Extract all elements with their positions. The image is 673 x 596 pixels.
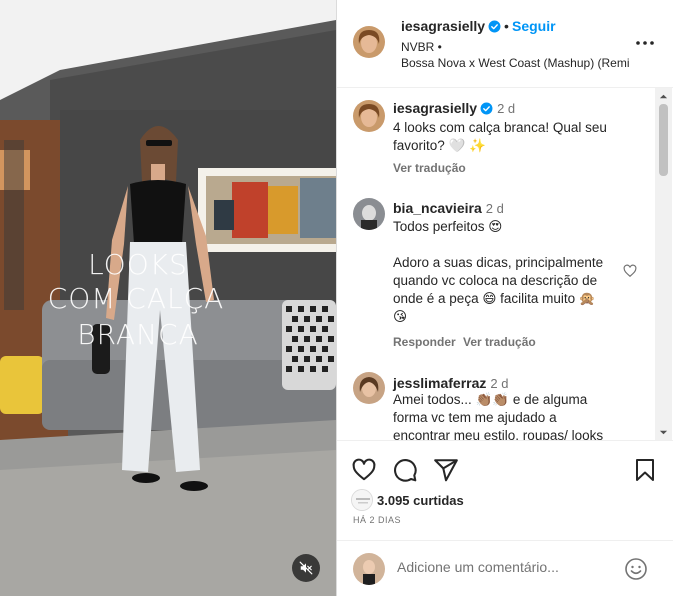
reply-link[interactable]: Responder xyxy=(393,335,456,349)
header-subtitle[interactable]: NVBR • xyxy=(401,40,442,54)
comment-button[interactable] xyxy=(392,457,418,483)
like-button[interactable] xyxy=(351,457,377,483)
post-media[interactable]: LOOKS COM CALÇA BRANCA xyxy=(0,0,336,596)
comment-icon xyxy=(394,459,417,482)
liker-avatar[interactable] xyxy=(351,489,373,511)
comment-time[interactable]: 2 d xyxy=(490,376,508,391)
avatar[interactable] xyxy=(353,553,385,585)
send-icon xyxy=(434,459,458,482)
comment-text-line: Adoro a suas dicas, principalmente xyxy=(393,255,604,270)
avatar[interactable] xyxy=(353,26,385,58)
overlay-text-line: COM CALÇA xyxy=(47,282,225,315)
comment-username[interactable]: bia_ncavieira xyxy=(393,200,482,216)
separator-dot: • xyxy=(504,18,509,34)
avatar[interactable] xyxy=(353,372,385,404)
comment-composer xyxy=(337,540,673,596)
translate-link[interactable]: Ver tradução xyxy=(393,161,466,175)
comment-text-line: Todos perfeitos 😍 xyxy=(393,219,503,234)
avatar[interactable] xyxy=(353,198,385,230)
save-button[interactable] xyxy=(633,457,657,483)
heart-icon xyxy=(352,458,376,481)
more-horizontal-icon xyxy=(636,41,654,45)
follow-button[interactable]: Seguir xyxy=(512,18,556,34)
post-timestamp[interactable]: HÁ 2 DIAS xyxy=(353,515,401,525)
comment-input[interactable] xyxy=(397,559,617,575)
comment-text-line: quando vc coloca na descrição de xyxy=(393,273,598,288)
like-comment-button[interactable] xyxy=(623,264,639,280)
mute-button[interactable] xyxy=(292,554,320,582)
overlay-text-line: LOOKS xyxy=(88,248,188,281)
comment-username[interactable]: iesagrasielly xyxy=(393,100,477,116)
comment-text-line: forma vc tem me ajudado a xyxy=(393,410,557,425)
emoji-button[interactable] xyxy=(624,557,648,581)
scroll-down-arrow-icon[interactable] xyxy=(659,428,668,437)
caption-text-line: 4 looks com calça branca! Qual seu xyxy=(393,120,607,135)
overlay-text-line: BRANCA xyxy=(77,318,199,351)
share-button[interactable] xyxy=(433,457,459,483)
header-username[interactable]: iesagrasielly xyxy=(401,18,501,36)
heart-outline-icon xyxy=(623,264,637,278)
comment-header: bia_ncavieira 2 d xyxy=(393,200,504,218)
comment-text-line: 😘 xyxy=(393,309,408,324)
comment-time[interactable]: 2 d xyxy=(497,101,515,116)
post-actions: 3.095 curtidas HÁ 2 DIAS xyxy=(337,440,673,540)
verified-badge-icon xyxy=(488,20,501,36)
caption-text-line: favorito? 🤍 ✨ xyxy=(393,138,486,153)
audio-track-link[interactable]: Bossa Nova x West Coast (Mashup) (Remi xyxy=(401,56,633,70)
comment-text-line: onde é a peça 😄 facilita muito 🙊 xyxy=(393,291,596,306)
username-text[interactable]: iesagrasielly xyxy=(401,18,485,34)
comments-list[interactable]: iesagrasielly 2 d 4 looks com calça branc… xyxy=(337,88,657,440)
scrollbar-thumb[interactable] xyxy=(659,104,668,176)
comment-time[interactable]: 2 d xyxy=(486,201,504,216)
scroll-up-arrow-icon[interactable] xyxy=(659,92,668,101)
likes-count[interactable]: 3.095 curtidas xyxy=(377,493,464,508)
emoji-smiley-icon xyxy=(625,558,647,580)
comments-scrollbar[interactable] xyxy=(655,88,672,440)
caption-header: iesagrasielly 2 d xyxy=(393,100,515,120)
avatar[interactable] xyxy=(353,100,385,132)
speaker-muted-icon xyxy=(299,561,313,575)
post-side-panel: iesagrasielly • Seguir NVBR • Bossa Nova… xyxy=(336,0,673,596)
bookmark-icon xyxy=(636,459,654,481)
comment-username[interactable]: jesslimaferraz xyxy=(393,375,486,391)
comment-text-line: Amei todos... 👏🏽👏🏽 e de alguma xyxy=(393,392,588,407)
translate-link[interactable]: Ver tradução xyxy=(463,335,536,349)
more-options-button[interactable] xyxy=(635,36,655,50)
comment-text-line: encontrar meu estilo, roupas/ looks xyxy=(393,428,604,440)
verified-badge-icon xyxy=(480,102,493,120)
post-header: iesagrasielly • Seguir NVBR • Bossa Nova… xyxy=(337,0,673,88)
